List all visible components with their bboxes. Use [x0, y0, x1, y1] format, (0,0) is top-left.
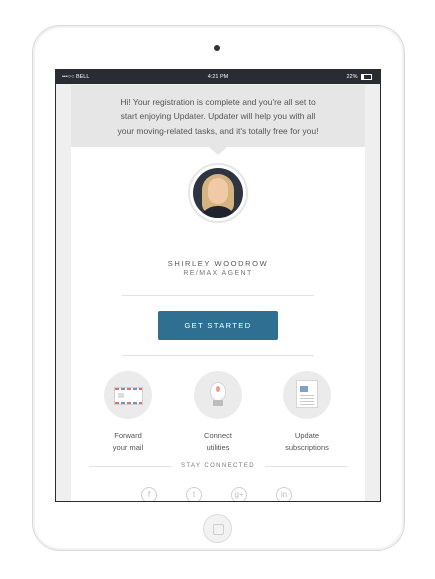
get-started-button[interactable]: GET STARTED [158, 311, 278, 340]
battery-percent: 22% [346, 74, 358, 80]
update-subscriptions-label[interactable]: Update subscriptions [267, 430, 347, 454]
newspaper-icon [296, 380, 318, 408]
banner-line-1: Hi! Your registration is complete and yo… [120, 97, 316, 107]
stay-divider-right [265, 466, 347, 467]
avatar-photo [193, 168, 243, 218]
status-time: 4:21 PM [207, 74, 229, 80]
update-subscriptions-button[interactable] [283, 371, 331, 419]
divider-top [122, 295, 314, 296]
twitter-icon[interactable]: t [186, 487, 202, 501]
linkedin-icon[interactable]: in [276, 487, 292, 501]
home-square-icon [213, 524, 224, 535]
status-bar: •••○○ BELL 4:21 PM 22% [56, 70, 380, 84]
lightbulb-icon [210, 382, 226, 401]
banner-pointer [209, 147, 227, 155]
email-card: Hi! Your registration is complete and yo… [71, 85, 365, 501]
screen: •••○○ BELL 4:21 PM 22% Hi! Your registra… [55, 69, 381, 502]
forward-mail-button[interactable] [104, 371, 152, 419]
battery-status: 22% [346, 70, 372, 84]
divider-bottom [122, 355, 314, 356]
forward-mail-label[interactable]: Forward your mail [88, 430, 168, 454]
agent-title: RE/MAX AGENT [183, 270, 253, 277]
battery-icon [361, 73, 372, 80]
agent-avatar [188, 163, 248, 223]
camera-icon [214, 45, 220, 51]
banner-line-2: start enjoying Updater. Updater will hel… [120, 111, 316, 122]
facebook-icon[interactable]: f [141, 487, 157, 501]
googleplus-icon[interactable]: g+ [231, 487, 247, 501]
connect-utilities-button[interactable] [194, 371, 242, 419]
home-button[interactable] [203, 514, 232, 543]
envelope-icon [114, 387, 143, 405]
agent-name: SHIRLEY WOODROW [167, 259, 269, 268]
welcome-banner: Hi! Your registration is complete and yo… [71, 85, 365, 147]
banner-line-3: your moving-related tasks, and it's tota… [117, 125, 319, 136]
connect-utilities-label[interactable]: Connect utilities [178, 430, 258, 454]
